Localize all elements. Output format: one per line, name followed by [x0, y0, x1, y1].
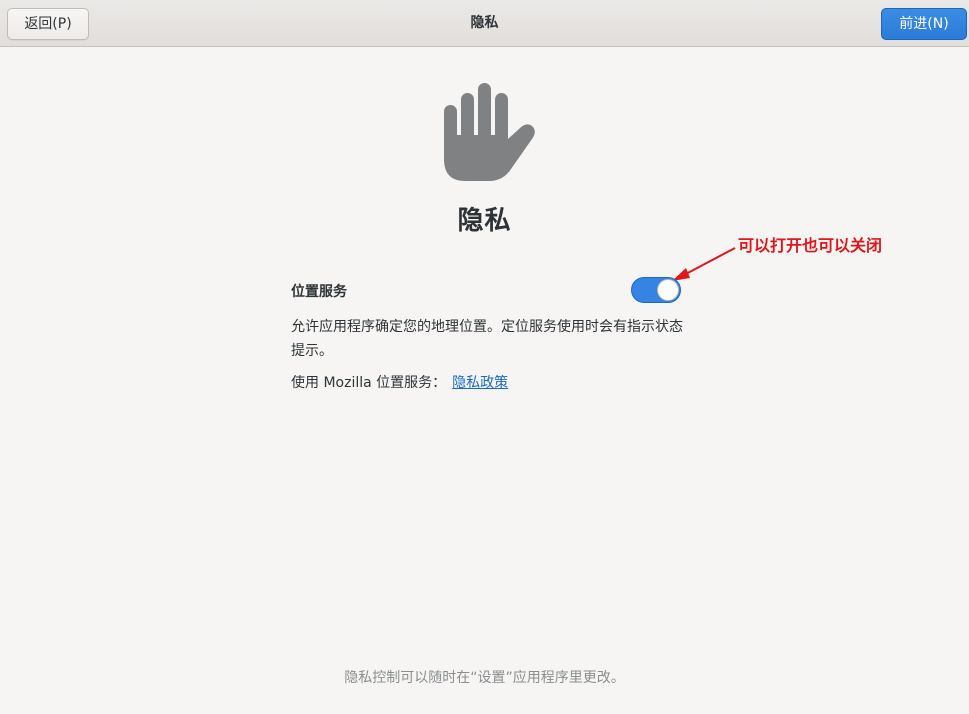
header-title: 隐私 [470, 15, 499, 31]
mozilla-service-line: 使用 Mozilla 位置服务： 隐私政策 [291, 372, 508, 392]
location-service-switch[interactable] [631, 277, 681, 303]
location-service-description: 允许应用程序确定您的地理位置。定位服务使用时会有指示状态提示。 [291, 319, 683, 359]
back-button[interactable]: 返回(P) [7, 8, 89, 40]
location-service-label: 位置服务 [291, 284, 347, 300]
raised-hand-icon [444, 83, 535, 181]
annotation-label: 可以打开也可以关闭 [738, 236, 883, 255]
switch-knob [657, 279, 679, 301]
privacy-policy-link[interactable]: 隐私政策 [452, 375, 508, 391]
next-button[interactable]: 前进(N) [881, 8, 967, 40]
header-bar: 返回(P) 隐私 前进(N) [0, 0, 969, 47]
footer-note: 隐私控制可以随时在“设置”应用程序里更改。 [344, 670, 625, 686]
mozilla-service-prefix: 使用 Mozilla 位置服务： [291, 375, 447, 391]
